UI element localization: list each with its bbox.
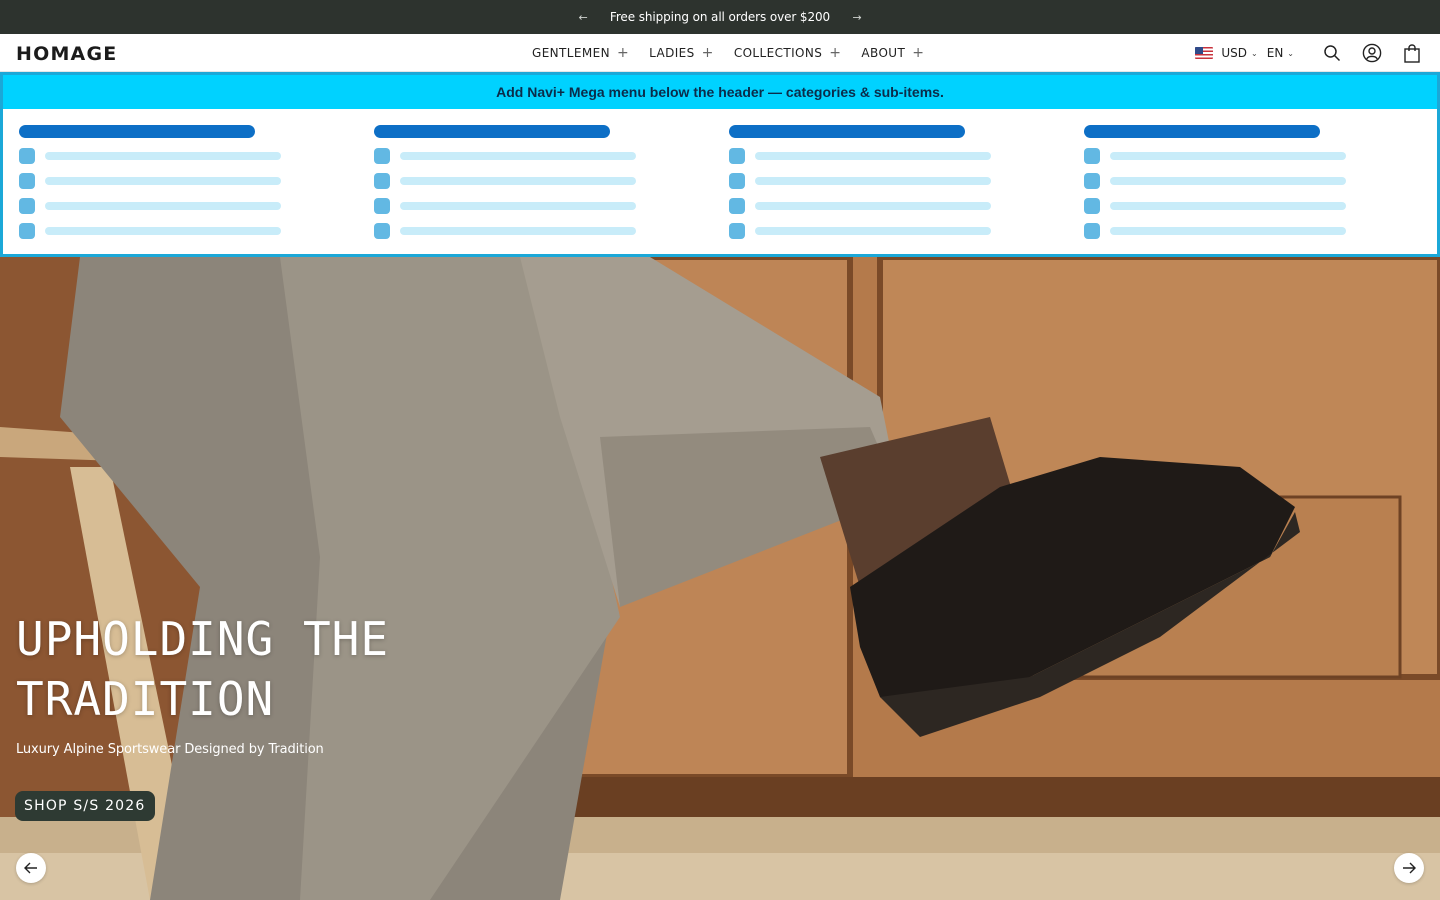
mega-item-placeholder: [19, 173, 349, 189]
nav-item-ladies[interactable]: LADIES +: [649, 45, 714, 61]
mega-column-heading-placeholder: [374, 125, 610, 138]
language-selector[interactable]: EN ⌄: [1267, 46, 1294, 60]
mega-menu-columns: [3, 109, 1437, 254]
mega-item-placeholder: [374, 173, 704, 189]
hero-subtitle: Luxury Alpine Sportswear Designed by Tra…: [16, 742, 324, 757]
currency-label: USD: [1221, 46, 1248, 60]
item-icon-placeholder: [19, 223, 35, 239]
nav-item-about[interactable]: ABOUT +: [861, 45, 924, 61]
nav-item-label: GENTLEMEN: [532, 46, 610, 60]
item-icon-placeholder: [19, 198, 35, 214]
mega-item-placeholder: [729, 198, 1059, 214]
nav-item-gentlemen[interactable]: GENTLEMEN +: [532, 45, 629, 61]
mega-column-heading-placeholder: [729, 125, 965, 138]
hero-slider: UPHOLDING THE TRADITION Luxury Alpine Sp…: [0, 257, 1440, 900]
logo[interactable]: HOMAGE: [16, 43, 117, 65]
slider-next-button[interactable]: [1394, 853, 1424, 883]
account-icon[interactable]: [1352, 34, 1392, 72]
mega-item-placeholder: [729, 223, 1059, 239]
header-tools: USD ⌄ EN ⌄: [1195, 34, 1440, 72]
plus-icon: +: [829, 45, 842, 61]
item-icon-placeholder: [1084, 223, 1100, 239]
item-icon-placeholder: [1084, 148, 1100, 164]
cart-icon[interactable]: [1392, 34, 1432, 72]
chevron-down-icon: ⌄: [1251, 48, 1258, 58]
mega-column-heading-placeholder: [1084, 125, 1320, 138]
shop-collection-button[interactable]: SHOP S/S 2026: [15, 791, 155, 821]
mega-item-placeholder: [374, 198, 704, 214]
nav-item-label: LADIES: [649, 46, 695, 60]
hero-title: UPHOLDING THE TRADITION: [16, 609, 389, 729]
item-icon-placeholder: [374, 148, 390, 164]
us-flag-icon: [1195, 47, 1214, 59]
main-nav: GENTLEMEN + LADIES + COLLECTIONS + ABOUT +: [532, 34, 944, 72]
announcement-bar: ← Free shipping on all orders over $200 …: [0, 0, 1440, 34]
hero-title-line: TRADITION: [16, 672, 275, 726]
mega-item-placeholder: [374, 148, 704, 164]
announcement-prev-arrow-icon[interactable]: ←: [571, 0, 595, 34]
mega-item-placeholder: [19, 198, 349, 214]
mega-column: [19, 125, 349, 239]
search-icon[interactable]: [1312, 34, 1352, 72]
mega-column-heading-placeholder: [19, 125, 255, 138]
mega-column: [729, 125, 1059, 239]
mega-menu-placeholder: Add Navi+ Mega menu below the header — c…: [0, 72, 1440, 257]
arrow-right-icon: [1403, 862, 1416, 874]
plus-icon: +: [912, 45, 925, 61]
currency-selector[interactable]: USD ⌄: [1221, 46, 1257, 60]
item-icon-placeholder: [729, 148, 745, 164]
mega-menu-banner: Add Navi+ Mega menu below the header — c…: [3, 75, 1437, 109]
nav-item-collections[interactable]: COLLECTIONS +: [734, 45, 842, 61]
mega-item-placeholder: [1084, 198, 1414, 214]
nav-item-label: ABOUT: [861, 46, 906, 60]
item-icon-placeholder: [1084, 173, 1100, 189]
plus-icon: +: [616, 45, 630, 61]
site-header: HOMAGE GENTLEMEN + LADIES + COLLECTIONS + A…: [0, 34, 1440, 72]
nav-item-label: COLLECTIONS: [733, 46, 823, 60]
chevron-down-icon: ⌄: [1287, 48, 1294, 58]
item-icon-placeholder: [374, 173, 390, 189]
mega-item-placeholder: [19, 148, 349, 164]
announcement-next-arrow-icon[interactable]: →: [845, 0, 869, 34]
mega-item-placeholder: [1084, 148, 1414, 164]
hero-image: [0, 257, 1440, 900]
item-icon-placeholder: [374, 223, 390, 239]
item-icon-placeholder: [374, 198, 390, 214]
slider-prev-button[interactable]: [16, 853, 46, 883]
item-icon-placeholder: [19, 173, 35, 189]
arrow-left-icon: [24, 862, 37, 874]
item-icon-placeholder: [1084, 198, 1100, 214]
item-icon-placeholder: [729, 198, 745, 214]
mega-column: [374, 125, 704, 239]
mega-item-placeholder: [729, 148, 1059, 164]
mega-column: [1084, 125, 1414, 239]
mega-item-placeholder: [1084, 173, 1414, 189]
language-label: EN: [1266, 46, 1284, 60]
item-icon-placeholder: [729, 223, 745, 239]
hero-title-line: UPHOLDING THE: [16, 612, 390, 666]
mega-item-placeholder: [19, 223, 349, 239]
item-icon-placeholder: [19, 148, 35, 164]
mega-item-placeholder: [374, 223, 704, 239]
mega-item-placeholder: [729, 173, 1059, 189]
mega-item-placeholder: [1084, 223, 1414, 239]
item-icon-placeholder: [729, 173, 745, 189]
plus-icon: +: [701, 45, 714, 61]
announcement-text: Free shipping on all orders over $200: [609, 10, 831, 24]
